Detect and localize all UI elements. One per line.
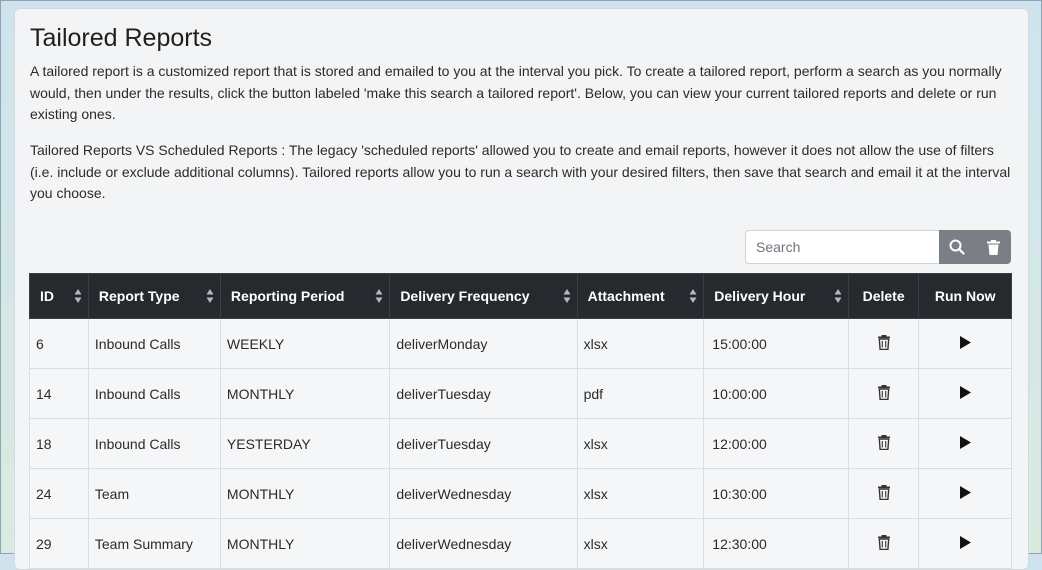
cell-run-now: [918, 418, 1012, 469]
cell-delivery-hour: 15:00:00: [703, 318, 849, 369]
intro-paragraph: A tailored report is a customized report…: [30, 63, 1002, 122]
cell-run-now: [918, 468, 1012, 519]
search-icon: [949, 239, 965, 255]
trash-icon: [877, 484, 890, 500]
column-header-run-now: Run Now: [918, 273, 1012, 319]
cell-id: 29: [29, 518, 89, 569]
reports-table: ID Report Type Reporting Period Delivery…: [29, 273, 1012, 569]
sort-icon: [834, 289, 842, 303]
cell-report-type: Team: [87, 468, 221, 519]
delete-button[interactable]: [877, 334, 890, 353]
cell-reporting-period: MONTHLY: [219, 368, 391, 419]
cell-run-now: [918, 368, 1012, 419]
page-title: Tailored Reports: [30, 24, 213, 52]
cell-delivery-frequency: deliverTuesday: [389, 418, 578, 469]
run-now-button[interactable]: [959, 336, 971, 352]
cell-id: 14: [29, 368, 89, 419]
search-bar: [745, 230, 1012, 264]
column-header-report-type[interactable]: Report Type: [87, 273, 221, 319]
cell-attachment: xlsx: [576, 468, 705, 519]
cell-delivery-hour: 10:30:00: [703, 468, 849, 519]
column-header-reporting-period[interactable]: Reporting Period: [219, 273, 391, 319]
cell-id: 24: [29, 468, 89, 519]
play-icon: [959, 486, 971, 500]
cell-report-type: Inbound Calls: [87, 368, 221, 419]
table-header-row: ID Report Type Reporting Period Delivery…: [29, 273, 1012, 319]
cell-delete: [847, 318, 920, 369]
cell-delivery-frequency: deliverWednesday: [389, 518, 578, 569]
cell-reporting-period: MONTHLY: [219, 468, 391, 519]
cell-delivery-frequency: deliverTuesday: [389, 368, 578, 419]
column-header-id[interactable]: ID: [29, 273, 89, 319]
trash-icon: [877, 534, 890, 550]
comparison-paragraph: Tailored Reports VS Scheduled Reports : …: [30, 142, 1011, 201]
run-now-button[interactable]: [959, 536, 971, 552]
column-header-delivery-hour[interactable]: Delivery Hour: [703, 273, 849, 319]
cell-delivery-frequency: deliverWednesday: [389, 468, 578, 519]
sort-icon: [563, 289, 571, 303]
delete-button[interactable]: [877, 434, 890, 453]
trash-icon: [877, 434, 890, 450]
play-icon: [959, 386, 971, 400]
play-icon: [959, 536, 971, 550]
cell-reporting-period: WEEKLY: [219, 318, 391, 369]
play-icon: [959, 436, 971, 450]
cell-run-now: [918, 518, 1012, 569]
cell-delete: [847, 368, 920, 419]
cell-delete: [847, 518, 920, 569]
trash-icon: [877, 384, 890, 400]
run-now-button[interactable]: [959, 436, 971, 452]
cell-delete: [847, 468, 920, 519]
trash-icon: [877, 334, 890, 350]
delete-button[interactable]: [877, 484, 890, 503]
table-row: 18 Inbound Calls YESTERDAY deliverTuesda…: [29, 418, 1012, 469]
cell-attachment: xlsx: [576, 518, 705, 569]
run-now-button[interactable]: [959, 386, 971, 402]
table-row: 14 Inbound Calls MONTHLY deliverTuesday …: [29, 368, 1012, 419]
table-row: 29 Team Summary MONTHLY deliverWednesday…: [29, 518, 1012, 569]
cell-report-type: Inbound Calls: [87, 318, 221, 369]
trash-icon: [986, 239, 1000, 255]
cell-delivery-hour: 12:30:00: [703, 518, 849, 569]
delete-button[interactable]: [877, 384, 890, 403]
run-now-button[interactable]: [959, 486, 971, 502]
cell-delivery-frequency: deliverMonday: [389, 318, 578, 369]
sort-icon: [74, 289, 82, 303]
play-icon: [959, 336, 971, 350]
sort-icon: [206, 289, 214, 303]
cell-reporting-period: YESTERDAY: [219, 418, 391, 469]
cell-run-now: [918, 318, 1012, 369]
sort-icon: [689, 289, 697, 303]
sort-icon: [375, 289, 383, 303]
search-button[interactable]: [939, 230, 975, 264]
table-row: 24 Team MONTHLY deliverWednesday xlsx 10…: [29, 468, 1012, 519]
column-header-delivery-frequency[interactable]: Delivery Frequency: [389, 273, 578, 319]
cell-delete: [847, 418, 920, 469]
table-row: 6 Inbound Calls WEEKLY deliverMonday xls…: [29, 318, 1012, 369]
cell-id: 6: [29, 318, 89, 369]
search-input[interactable]: [745, 230, 939, 264]
clear-search-button[interactable]: [975, 230, 1011, 264]
cell-delivery-hour: 12:00:00: [703, 418, 849, 469]
cell-report-type: Team Summary: [87, 518, 221, 569]
cell-id: 18: [29, 418, 89, 469]
cell-delivery-hour: 10:00:00: [703, 368, 849, 419]
cell-attachment: xlsx: [576, 418, 705, 469]
delete-button[interactable]: [877, 534, 890, 553]
cell-attachment: pdf: [576, 368, 705, 419]
cell-attachment: xlsx: [576, 318, 705, 369]
column-header-delete: Delete: [847, 273, 920, 319]
cell-report-type: Inbound Calls: [87, 418, 221, 469]
column-header-attachment[interactable]: Attachment: [576, 273, 705, 319]
cell-reporting-period: MONTHLY: [219, 518, 391, 569]
main-card: Tailored Reports A tailored report is a …: [14, 8, 1029, 570]
